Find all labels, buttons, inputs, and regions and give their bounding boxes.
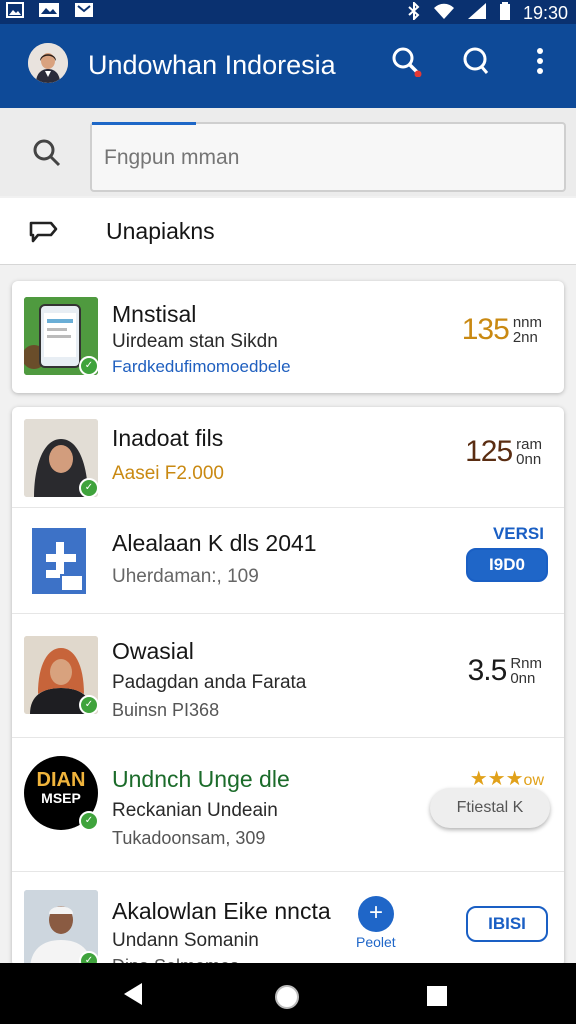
more-vertical-icon (536, 47, 544, 81)
photo-icon (74, 2, 94, 23)
clock-time: 19:30 (522, 3, 568, 23)
verified-badge-icon: ✓ (79, 356, 98, 375)
list-item[interactable]: ✓ Owasial Padagdan anda Farata Buinsn PI… (12, 613, 564, 738)
bluetooth-icon (407, 0, 421, 25)
app-title: Undowhan Indoresia (88, 50, 336, 80)
thumbnail: ✓ (24, 419, 98, 497)
price-value: 135 (461, 313, 510, 346)
thumbnail: ✓ (24, 297, 98, 375)
home-icon[interactable] (273, 983, 301, 1016)
search-input[interactable] (102, 142, 546, 174)
app-bar: Undowhan Indoresia (0, 24, 576, 108)
list-item[interactable]: Alealaan K dls 2041 Uherdaman:, 109 VERS… (12, 507, 564, 614)
price-unit-bottom: 0nn (516, 451, 542, 468)
list-item[interactable]: ✓ Mnstisal Uirdeam stan Sikdn Fardkedufi… (12, 281, 564, 393)
listing-card-group: ✓ Inadoat fils Aasei F2.000 125 ram 0nn A… (12, 407, 564, 976)
item-subtitle: Uirdeam stan Sikdn (112, 331, 278, 352)
item-meta: Tukadoonsam, 309 (112, 828, 266, 848)
chat-search-icon (461, 46, 491, 83)
overflow-menu-button[interactable] (518, 42, 562, 86)
item-subtitle: Reckanian Undeain (112, 800, 278, 821)
navigation-bar (0, 963, 576, 1024)
verified-badge-icon: ✓ (79, 695, 98, 714)
list-item[interactable]: ✓ Inadoat fils Aasei F2.000 125 ram 0nn (12, 407, 564, 507)
install-button[interactable]: Ftiestal K (430, 788, 550, 828)
plus-icon: + (368, 899, 383, 926)
item-title: Inadoat fils (112, 425, 224, 451)
item-title: Undnch Unge dle (112, 766, 290, 792)
tag-filter-icon (28, 218, 58, 249)
price-value: 125 (465, 435, 513, 468)
back-icon[interactable] (120, 981, 146, 1012)
status-bar: 19:30 (0, 0, 576, 24)
recents-icon[interactable] (426, 985, 448, 1012)
battery-icon (499, 2, 511, 25)
price-value: 3.5 (467, 654, 508, 687)
search-icon (32, 138, 62, 173)
item-title: Alealaan K dls 2041 (112, 530, 317, 556)
item-title: Akalowlan Eike nncta (112, 898, 331, 924)
price-unit-bottom: 0nn (510, 670, 536, 687)
search-section (0, 108, 576, 196)
price: 3.5 Rnm 0nn (468, 654, 542, 688)
fab-label: Peolet (356, 934, 396, 950)
verified-badge-icon: ✓ (79, 478, 98, 497)
item-subtitle: Undann Somanin (112, 930, 259, 951)
price: 125 ram 0nn (465, 435, 542, 469)
item-title: Owasial (112, 638, 194, 664)
version-label: VERSI (492, 524, 544, 543)
thumbnail (24, 524, 98, 602)
item-subtitle: Aasei F2.000 (112, 463, 224, 484)
item-title: Mnstisal (112, 301, 197, 327)
brand-logo: DIAN MSEP ✓ (24, 756, 99, 831)
search-icon (390, 45, 422, 84)
listing-card[interactable]: ✓ Mnstisal Uirdeam stan Sikdn Fardkedufi… (12, 281, 564, 393)
item-subtitle: Uherdaman:, 109 (112, 566, 259, 587)
wifi-icon (433, 2, 455, 25)
logo-line-1: DIAN (36, 769, 86, 791)
version-button[interactable]: I9D0 (466, 548, 548, 582)
focus-indicator (92, 122, 196, 125)
chat-search-button[interactable] (454, 42, 498, 86)
signal-icon (467, 2, 487, 25)
filter-label: Unapiakns (106, 218, 215, 244)
list-item[interactable]: DIAN MSEP ✓ Undnch Unge dle Reckanian Un… (12, 737, 564, 872)
rating-suffix: ow (523, 772, 544, 789)
item-subtitle: Padagdan anda Farata (112, 672, 307, 693)
price: 135 nnm 2nn (462, 313, 542, 347)
action-button[interactable]: IBISI (466, 906, 548, 942)
search-button[interactable] (384, 42, 428, 86)
filter-row[interactable]: Unapiakns (0, 198, 576, 265)
logo-line-2: MSEP (41, 790, 81, 806)
avatar[interactable] (28, 43, 68, 83)
image-icon (38, 2, 60, 23)
thumbnail: ✓ (24, 890, 98, 970)
list-item[interactable]: ✓ Akalowlan Eike nncta Undann Somanin Di… (12, 871, 564, 976)
gallery-icon (6, 2, 24, 23)
verified-badge-icon: ✓ (79, 811, 99, 831)
search-field[interactable] (90, 122, 566, 192)
item-link[interactable]: Fardkedufimomoedbele (112, 357, 291, 377)
rating-stars: ★★★ (469, 768, 524, 790)
add-button[interactable]: + (358, 896, 394, 932)
price-unit-bottom: 2nn (512, 329, 538, 346)
thumbnail: ✓ (24, 636, 98, 714)
item-meta: Buinsn PI368 (112, 700, 220, 720)
